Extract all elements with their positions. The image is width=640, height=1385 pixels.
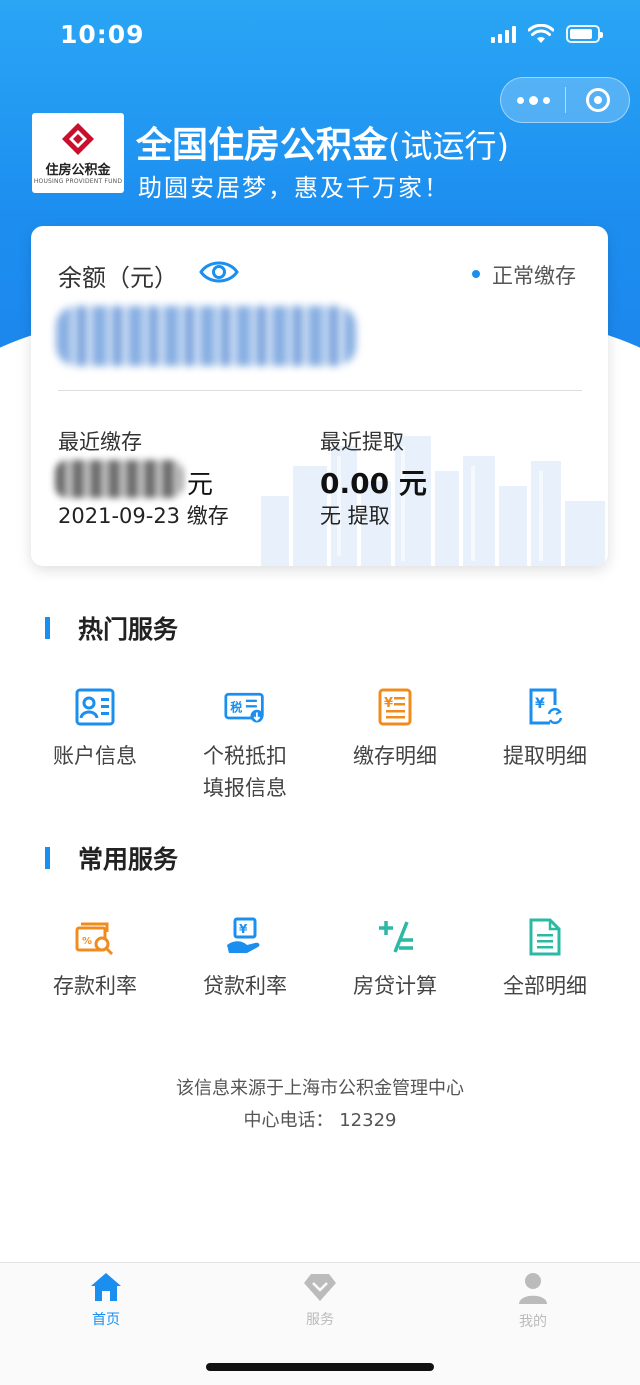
service-label: 个税抵扣 填报信息 — [203, 744, 287, 800]
common-services-title: 常用服务 — [78, 845, 179, 874]
balance-label: 余额（元） — [58, 264, 178, 292]
section-accent-bar — [45, 617, 50, 639]
service-deposit-rate[interactable]: % 存款利率 — [20, 916, 170, 1002]
svg-text:税: 税 — [230, 701, 242, 715]
recent-deposit-date: 2021-09-23 缴存 — [58, 504, 229, 528]
diamond-icon — [304, 1274, 336, 1301]
user-icon — [519, 1273, 547, 1304]
signal-icon — [491, 25, 516, 43]
service-deposit-details[interactable]: ¥ 缴存明细 — [320, 686, 470, 804]
service-label: 存款利率 — [53, 974, 137, 998]
recent-deposit-amount-redacted — [55, 460, 183, 498]
svg-text:¥: ¥ — [239, 922, 248, 936]
deposit-rate-icon: % — [75, 922, 114, 956]
section-accent-bar — [45, 847, 50, 869]
svg-text:¥: ¥ — [384, 696, 393, 711]
status-icons — [491, 24, 603, 44]
city-skyline-image — [261, 436, 605, 566]
recent-deposit-label: 最近缴存 — [58, 430, 142, 454]
balance-card: 余额（元） 正常缴存 最近缴存 最近提取 元 0.00 元 2021-09-23… — [31, 226, 608, 566]
logo-emblem-icon — [62, 123, 94, 155]
balance-value-redacted — [56, 306, 356, 366]
service-withdraw-details[interactable]: ¥ 提取明细 — [470, 686, 620, 804]
tab-services[interactable]: 服务 — [260, 1271, 380, 1329]
service-tax-deduction[interactable]: 税 个税抵扣 填报信息 — [170, 686, 320, 804]
close-miniprogram-button[interactable] — [566, 78, 629, 122]
home-indicator — [206, 1363, 434, 1371]
common-services-grid: % 存款利率 ¥ 贷款利率 房贷计算 全部明细 — [20, 916, 620, 1002]
tab-label: 我的 — [519, 1314, 547, 1330]
card-divider — [58, 390, 582, 391]
account-card-icon — [75, 688, 115, 726]
loan-rate-icon: ¥ — [227, 917, 260, 953]
service-account-info[interactable]: 账户信息 — [20, 686, 170, 804]
service-label: 缴存明细 — [353, 744, 437, 768]
withdraw-detail-icon: ¥ — [529, 688, 563, 725]
housing-fund-logo: 住房公积金 HOUSING PROVIDENT FUND — [32, 113, 124, 193]
recent-deposit-unit: 元 — [187, 470, 214, 500]
tab-label: 首页 — [92, 1312, 120, 1328]
recent-withdraw-amount: 0.00 元 — [320, 467, 427, 500]
service-hotline: 中心电话： 12329 — [243, 1110, 397, 1131]
status-dot — [472, 270, 480, 278]
logo-english-text: HOUSING PROVIDENT FUND — [33, 178, 123, 185]
hot-services-title: 热门服务 — [78, 615, 179, 644]
tax-icon: 税 — [224, 692, 264, 723]
deposit-detail-icon: ¥ — [378, 688, 412, 726]
home-icon — [91, 1273, 121, 1301]
tab-home[interactable]: 首页 — [46, 1271, 166, 1329]
all-details-icon — [529, 918, 561, 956]
recent-withdraw-note: 无 提取 — [320, 504, 390, 528]
wifi-icon — [528, 24, 554, 43]
calculator-icon — [379, 921, 413, 953]
miniprogram-capsule — [500, 77, 630, 123]
svg-text:¥: ¥ — [535, 696, 545, 712]
status-bar: 10:09 — [0, 0, 640, 70]
hot-services-header: 热门服务 — [45, 610, 178, 646]
service-label: 贷款利率 — [203, 974, 287, 998]
logo-text: 住房公积金 — [45, 163, 111, 178]
service-loan-rate[interactable]: ¥ 贷款利率 — [170, 916, 320, 1002]
app-title-suffix: (试运行) — [388, 127, 509, 165]
app-title: 全国住房公积金(试运行) — [136, 125, 509, 166]
service-mortgage-calculator[interactable]: 房贷计算 — [320, 916, 470, 1002]
service-label: 账户信息 — [53, 744, 137, 768]
service-all-details[interactable]: 全部明细 — [470, 916, 620, 1002]
account-status: 正常缴存 — [492, 264, 576, 288]
eye-icon[interactable] — [199, 259, 239, 285]
battery-icon — [566, 25, 603, 43]
common-services-header: 常用服务 — [45, 840, 178, 876]
svg-text:%: % — [82, 936, 92, 947]
tab-label: 服务 — [306, 1312, 334, 1328]
more-options-button[interactable] — [501, 78, 565, 122]
service-label: 提取明细 — [503, 744, 587, 768]
tab-mine[interactable]: 我的 — [473, 1271, 593, 1331]
battery-fill — [570, 29, 593, 39]
target-icon — [585, 88, 610, 112]
app-slogan: 助圆安居梦，惠及千万家！ — [138, 174, 450, 202]
service-label: 房贷计算 — [353, 974, 437, 998]
hot-services-grid: 账户信息 税 个税抵扣 填报信息 ¥ 缴存明细 ¥ 提取明细 — [20, 686, 620, 804]
recent-withdraw-label: 最近提取 — [320, 430, 404, 454]
status-time: 10:09 — [60, 20, 145, 49]
service-label: 全部明细 — [503, 974, 587, 998]
data-source-note: 该信息来源于上海市公积金管理中心 — [176, 1078, 464, 1099]
